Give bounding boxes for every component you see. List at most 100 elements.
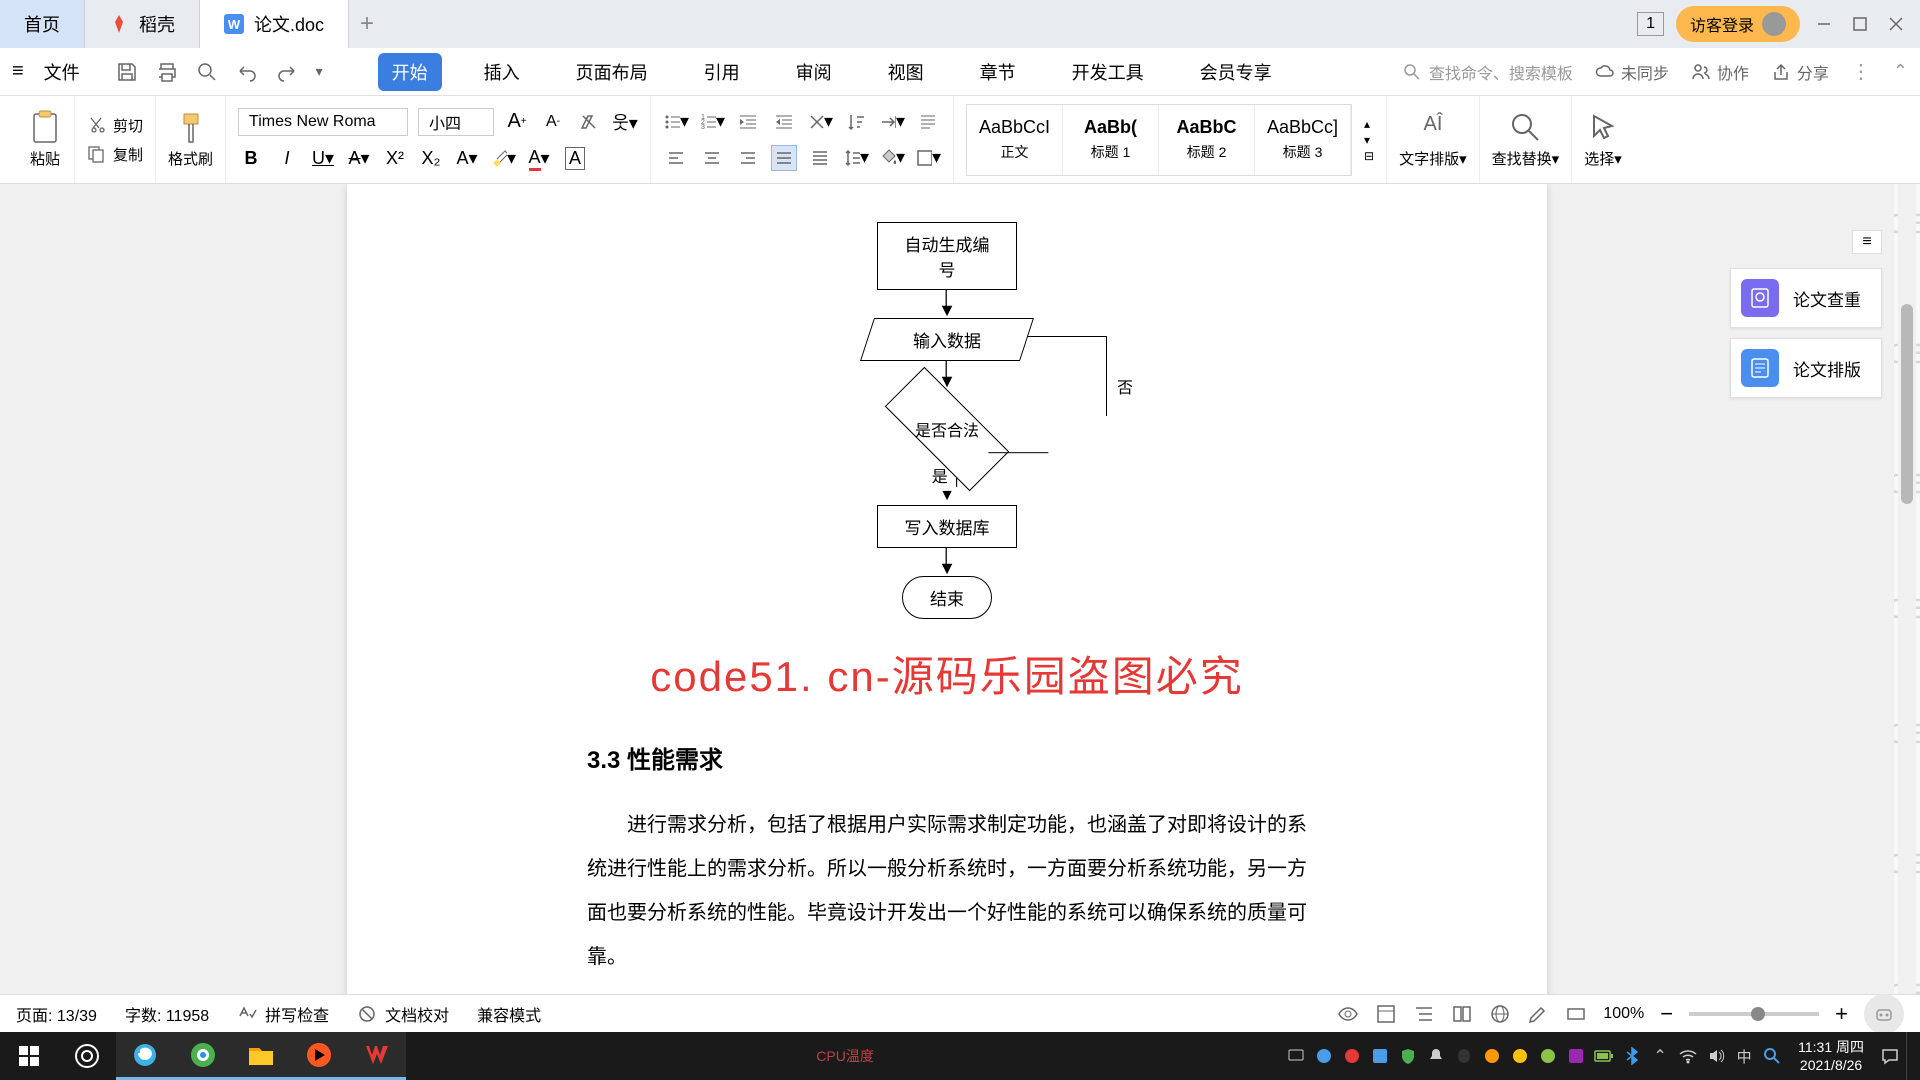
start-button[interactable] — [0, 1032, 58, 1080]
collab-button[interactable]: 协作 — [1691, 60, 1749, 84]
font-name-input[interactable] — [238, 108, 408, 136]
increase-indent-button[interactable] — [771, 109, 797, 135]
qat-dropdown-icon[interactable]: ▾ — [316, 61, 338, 83]
tray-chevron-icon[interactable]: ⌃ — [1648, 1044, 1672, 1068]
clear-format-icon[interactable] — [576, 109, 602, 135]
side-collapse-icon[interactable]: ≡ — [1852, 230, 1882, 254]
fit-width-icon[interactable] — [1565, 1003, 1587, 1025]
menu-tab-references[interactable]: 引用 — [690, 53, 754, 91]
guest-login-button[interactable]: 访客登录 — [1676, 6, 1800, 42]
font-size-input[interactable] — [418, 108, 494, 136]
tray-app3-icon[interactable] — [1480, 1044, 1504, 1068]
show-desktop-button[interactable] — [1906, 1032, 1914, 1080]
align-left-button[interactable] — [663, 145, 689, 171]
save-icon[interactable] — [116, 61, 138, 83]
edit-icon[interactable] — [1527, 1003, 1549, 1025]
search-box[interactable]: 查找命令、搜索模板 — [1403, 60, 1573, 84]
spell-check-button[interactable]: 拼写检查 — [237, 1002, 329, 1026]
print-preview-icon[interactable] — [196, 61, 218, 83]
tray-bluetooth-icon[interactable] — [1620, 1044, 1644, 1068]
style-heading2[interactable]: AaBbC标题 2 — [1159, 105, 1255, 175]
menu-tab-chapter[interactable]: 章节 — [966, 53, 1030, 91]
hamburger-icon[interactable]: ≡ — [12, 60, 24, 83]
show-marks-button[interactable] — [915, 109, 941, 135]
tray-app6-icon[interactable] — [1564, 1044, 1588, 1068]
file-menu[interactable]: 文件 — [44, 59, 80, 85]
sync-status[interactable]: 未同步 — [1595, 60, 1669, 84]
tray-search-icon[interactable] — [1760, 1044, 1784, 1068]
select-button[interactable]: 选择▾ — [1584, 110, 1622, 169]
increase-font-icon[interactable]: A+ — [504, 109, 530, 135]
status-page[interactable]: 页面: 13/39 — [16, 1002, 97, 1026]
style-heading3[interactable]: AaBbCc]标题 3 — [1255, 105, 1351, 175]
task-app-ie[interactable] — [116, 1032, 174, 1080]
zoom-level[interactable]: 100% — [1603, 1005, 1644, 1023]
reading-view-icon[interactable] — [1451, 1003, 1473, 1025]
style-expand-icon[interactable]: ⊟ — [1364, 149, 1374, 163]
char-border-button[interactable]: A — [562, 146, 588, 172]
align-right-button[interactable] — [735, 145, 761, 171]
collapse-ribbon-icon[interactable]: ⌃ — [1893, 61, 1908, 82]
tab-home[interactable]: 首页 — [0, 0, 85, 48]
style-body[interactable]: AaBbCcI正文 — [967, 105, 1063, 175]
find-replace-button[interactable]: 查找替换▾ — [1492, 110, 1560, 169]
number-list-button[interactable]: 123▾ — [699, 109, 725, 135]
asian-layout-button[interactable]: ▾ — [807, 109, 833, 135]
shading-button[interactable]: ▾ — [879, 145, 905, 171]
share-button[interactable]: 分享 — [1771, 60, 1829, 84]
assistant-button[interactable] — [1864, 994, 1904, 1034]
zoom-thumb[interactable] — [1751, 1007, 1765, 1021]
tab-count[interactable]: 1 — [1637, 12, 1664, 36]
status-words[interactable]: 字数: 11958 — [125, 1002, 209, 1026]
tab-document[interactable]: W 论文.doc — [200, 0, 349, 48]
phonetic-guide-icon[interactable]: 웃▾ — [612, 109, 638, 135]
menu-tab-view[interactable]: 视图 — [874, 53, 938, 91]
distribute-button[interactable] — [807, 145, 833, 171]
tray-qq-icon[interactable] — [1452, 1044, 1476, 1068]
menu-tab-developer[interactable]: 开发工具 — [1058, 53, 1158, 91]
line-spacing-button[interactable]: ▾ — [843, 145, 869, 171]
highlight-button[interactable]: ▾ — [490, 146, 516, 172]
tray-app5-icon[interactable] — [1536, 1044, 1560, 1068]
page-view-icon[interactable] — [1375, 1003, 1397, 1025]
task-app-explorer[interactable] — [232, 1032, 290, 1080]
align-justify-button[interactable] — [771, 145, 797, 171]
subscript-button[interactable]: X₂ — [418, 146, 444, 172]
tray-battery-icon[interactable] — [1592, 1044, 1616, 1068]
zoom-slider[interactable] — [1689, 1012, 1819, 1016]
bullet-list-button[interactable]: ▾ — [663, 109, 689, 135]
outline-view-icon[interactable] — [1413, 1003, 1435, 1025]
tray-app2-icon[interactable] — [1368, 1044, 1392, 1068]
align-center-button[interactable] — [699, 145, 725, 171]
strikethrough-button[interactable]: A▾ — [346, 146, 372, 172]
bold-button[interactable]: B — [238, 146, 264, 172]
text-layout-button[interactable]: AÎ 文字排版▾ — [1399, 110, 1467, 169]
border-button[interactable]: ▾ — [915, 145, 941, 171]
task-app-media[interactable] — [290, 1032, 348, 1080]
zoom-out-button[interactable]: − — [1660, 1001, 1673, 1027]
redo-icon[interactable] — [276, 61, 298, 83]
maximize-button[interactable] — [1848, 12, 1872, 36]
text-effect-button[interactable]: A▾ — [454, 146, 480, 172]
cut-button[interactable]: 剪切 — [87, 115, 143, 136]
tab-daoke[interactable]: 稻壳 — [85, 0, 200, 48]
doc-check-button[interactable]: 文档校对 — [357, 1002, 449, 1026]
paper-check-button[interactable]: 论文查重 — [1730, 268, 1882, 328]
menu-tab-start[interactable]: 开始 — [378, 53, 442, 91]
decrease-font-icon[interactable]: A- — [540, 109, 566, 135]
tray-desktop-icon[interactable] — [1284, 1044, 1308, 1068]
more-icon[interactable]: ⋮ — [1851, 59, 1871, 84]
minimize-button[interactable] — [1812, 12, 1836, 36]
print-icon[interactable] — [156, 61, 178, 83]
tray-bell-icon[interactable] — [1424, 1044, 1448, 1068]
tab-button[interactable]: ▾ — [879, 109, 905, 135]
paste-button[interactable]: 粘贴 — [28, 110, 62, 169]
taskbar-clock[interactable]: 11:31 周四 2021/8/26 — [1788, 1038, 1874, 1074]
copy-button[interactable]: 复制 — [87, 144, 143, 165]
tray-app-icon[interactable] — [1340, 1044, 1364, 1068]
tray-app4-icon[interactable] — [1508, 1044, 1532, 1068]
tray-wifi-icon[interactable] — [1676, 1044, 1700, 1068]
tray-ime-icon[interactable]: 中 — [1732, 1044, 1756, 1068]
menu-tab-review[interactable]: 审阅 — [782, 53, 846, 91]
menu-tab-member[interactable]: 会员专享 — [1186, 53, 1286, 91]
